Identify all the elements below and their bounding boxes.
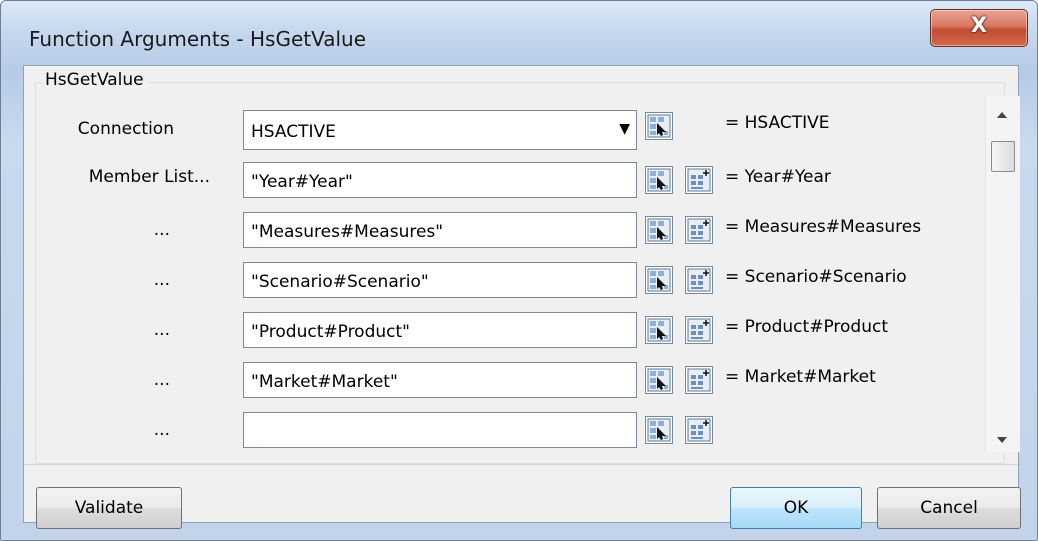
ok-button[interactable]: OK <box>730 487 862 529</box>
validate-button[interactable]: Validate <box>36 487 182 529</box>
member-1-cell-picker-button[interactable] <box>645 166 673 194</box>
member-list-value-1: "Year#Year" <box>251 172 353 192</box>
member-list-input-1[interactable]: "Year#Year" <box>243 162 637 198</box>
member-3-cell-picker-button[interactable] <box>645 266 673 294</box>
cell-picker-icon <box>647 168 671 192</box>
member-6-label: ... <box>153 420 170 440</box>
member-5-label: ... <box>153 370 170 390</box>
member-list-value-2: "Measures#Measures" <box>251 222 444 242</box>
member-selector-icon <box>687 168 711 192</box>
member-list-value-4: "Product#Product" <box>251 322 410 342</box>
dialog-body: HsGetValue Connection HSACTIVE ▼ = HSACT… <box>23 65 1021 529</box>
title-bar[interactable]: Function Arguments - HsGetValue X <box>1 1 1037 65</box>
cell-picker-icon <box>647 418 671 442</box>
cancel-label: Cancel <box>920 498 978 518</box>
connection-value: HSACTIVE <box>251 122 336 142</box>
member-1-result: = Year#Year <box>725 167 831 187</box>
cell-picker-icon <box>647 318 671 342</box>
member-5-cell-picker-button[interactable] <box>645 366 673 394</box>
cell-picker-icon <box>647 218 671 242</box>
member-list-input-5[interactable]: "Market#Market" <box>243 362 637 398</box>
chevron-down-icon[interactable]: ▼ <box>619 121 630 137</box>
member-list-label: Member List... <box>88 167 210 187</box>
member-4-result: = Product#Product <box>725 317 888 337</box>
close-icon: X <box>970 13 988 37</box>
cell-picker-icon <box>647 368 671 392</box>
member-6-selector-button[interactable] <box>685 416 713 444</box>
cell-picker-icon <box>647 268 671 292</box>
member-list-input-2[interactable]: "Measures#Measures" <box>243 212 637 248</box>
member-2-label: ... <box>153 220 170 240</box>
scroll-thumb[interactable] <box>991 141 1015 172</box>
window-title: Function Arguments - HsGetValue <box>29 27 367 51</box>
member-selector-icon <box>687 318 711 342</box>
member-3-selector-button[interactable] <box>685 266 713 294</box>
member-3-label: ... <box>153 270 170 290</box>
member-selector-icon <box>687 268 711 292</box>
group-label: HsGetValue <box>41 70 148 90</box>
member-selector-icon <box>687 368 711 392</box>
member-2-cell-picker-button[interactable] <box>645 216 673 244</box>
member-list-value-3: "Scenario#Scenario" <box>251 272 429 292</box>
member-1-selector-button[interactable] <box>685 166 713 194</box>
scroll-down-icon[interactable] <box>997 437 1007 443</box>
connection-label: Connection <box>77 119 174 139</box>
connection-result: = HSACTIVE <box>725 113 830 133</box>
member-list-input-6[interactable] <box>243 412 637 448</box>
connection-cell-picker-button[interactable] <box>645 112 673 140</box>
scroll-up-icon[interactable] <box>997 112 1007 118</box>
member-2-result: = Measures#Measures <box>725 217 922 237</box>
member-list-input-3[interactable]: "Scenario#Scenario" <box>243 262 637 298</box>
member-selector-icon <box>687 218 711 242</box>
cell-picker-icon <box>647 114 671 138</box>
member-4-cell-picker-button[interactable] <box>645 316 673 344</box>
arguments-scrollbar[interactable] <box>985 96 1020 452</box>
ok-label: OK <box>783 498 809 518</box>
validate-label: Validate <box>74 498 144 518</box>
member-2-selector-button[interactable] <box>685 216 713 244</box>
member-selector-icon <box>687 418 711 442</box>
connection-dropdown[interactable]: HSACTIVE ▼ <box>243 110 637 150</box>
member-5-result: = Market#Market <box>725 367 876 387</box>
member-4-label: ... <box>153 320 170 340</box>
member-6-cell-picker-button[interactable] <box>645 416 673 444</box>
cancel-button[interactable]: Cancel <box>877 487 1021 529</box>
function-arguments-dialog: Function Arguments - HsGetValue X HsGetV… <box>0 0 1038 541</box>
member-list-input-4[interactable]: "Product#Product" <box>243 312 637 348</box>
member-4-selector-button[interactable] <box>685 316 713 344</box>
divider <box>24 464 1018 465</box>
member-5-selector-button[interactable] <box>685 366 713 394</box>
member-3-result: = Scenario#Scenario <box>725 267 907 287</box>
close-button[interactable]: X <box>930 9 1028 47</box>
member-list-value-5: "Market#Market" <box>251 372 398 392</box>
